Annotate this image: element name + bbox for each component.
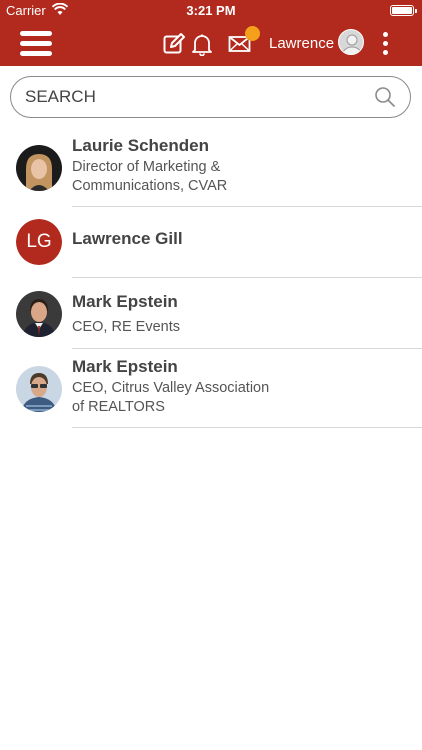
user-name[interactable]: Lawrence	[269, 35, 334, 52]
menu-icon[interactable]	[20, 29, 52, 59]
contact-title-line: CEO, RE Events	[72, 319, 180, 335]
contact-title: CEO, RE Events	[72, 318, 332, 337]
battery-icon	[390, 5, 417, 16]
list-item[interactable]: Mark Epstein CEO, Citrus Valley Associat…	[0, 349, 422, 428]
avatar-icon[interactable]	[338, 29, 364, 55]
avatar	[16, 366, 62, 412]
contact-name: Mark Epstein	[72, 292, 178, 311]
contact-title-line: of REALTORS	[72, 399, 165, 415]
search-icon[interactable]	[374, 86, 396, 108]
notification-badge	[245, 26, 260, 41]
contact-name: Laurie Schenden	[72, 136, 209, 155]
compose-icon[interactable]	[162, 32, 186, 56]
contact-title: CEO, Citrus Valley Association of REALTO…	[72, 379, 332, 417]
contact-title-line: Communications, CVAR	[72, 178, 228, 194]
nav-bar: Lawrence	[0, 22, 422, 66]
contact-name: Lawrence Gill	[72, 229, 183, 248]
divider	[72, 427, 422, 428]
list-item[interactable]: Laurie Schenden Director of Marketing & …	[0, 128, 422, 207]
avatar	[16, 145, 62, 191]
avatar-initials: LG	[16, 219, 62, 265]
list-item[interactable]: Mark Epstein CEO, RE Events	[0, 278, 422, 349]
more-icon[interactable]	[380, 31, 390, 57]
status-bar: Carrier 3:21 PM	[0, 0, 422, 22]
contact-title-line: Director of Marketing &	[72, 159, 221, 175]
search-input[interactable]	[25, 85, 355, 109]
contact-title: Director of Marketing & Communications, …	[72, 158, 332, 196]
clock: 3:21 PM	[186, 3, 236, 18]
list-item[interactable]: LG Lawrence Gill	[0, 207, 422, 278]
avatar	[16, 291, 62, 337]
avatar: LG	[16, 219, 62, 265]
search-bar	[10, 76, 411, 118]
bell-icon[interactable]	[190, 32, 214, 56]
contact-name: Mark Epstein	[72, 357, 178, 376]
contact-title-line: CEO, Citrus Valley Association	[72, 380, 270, 396]
